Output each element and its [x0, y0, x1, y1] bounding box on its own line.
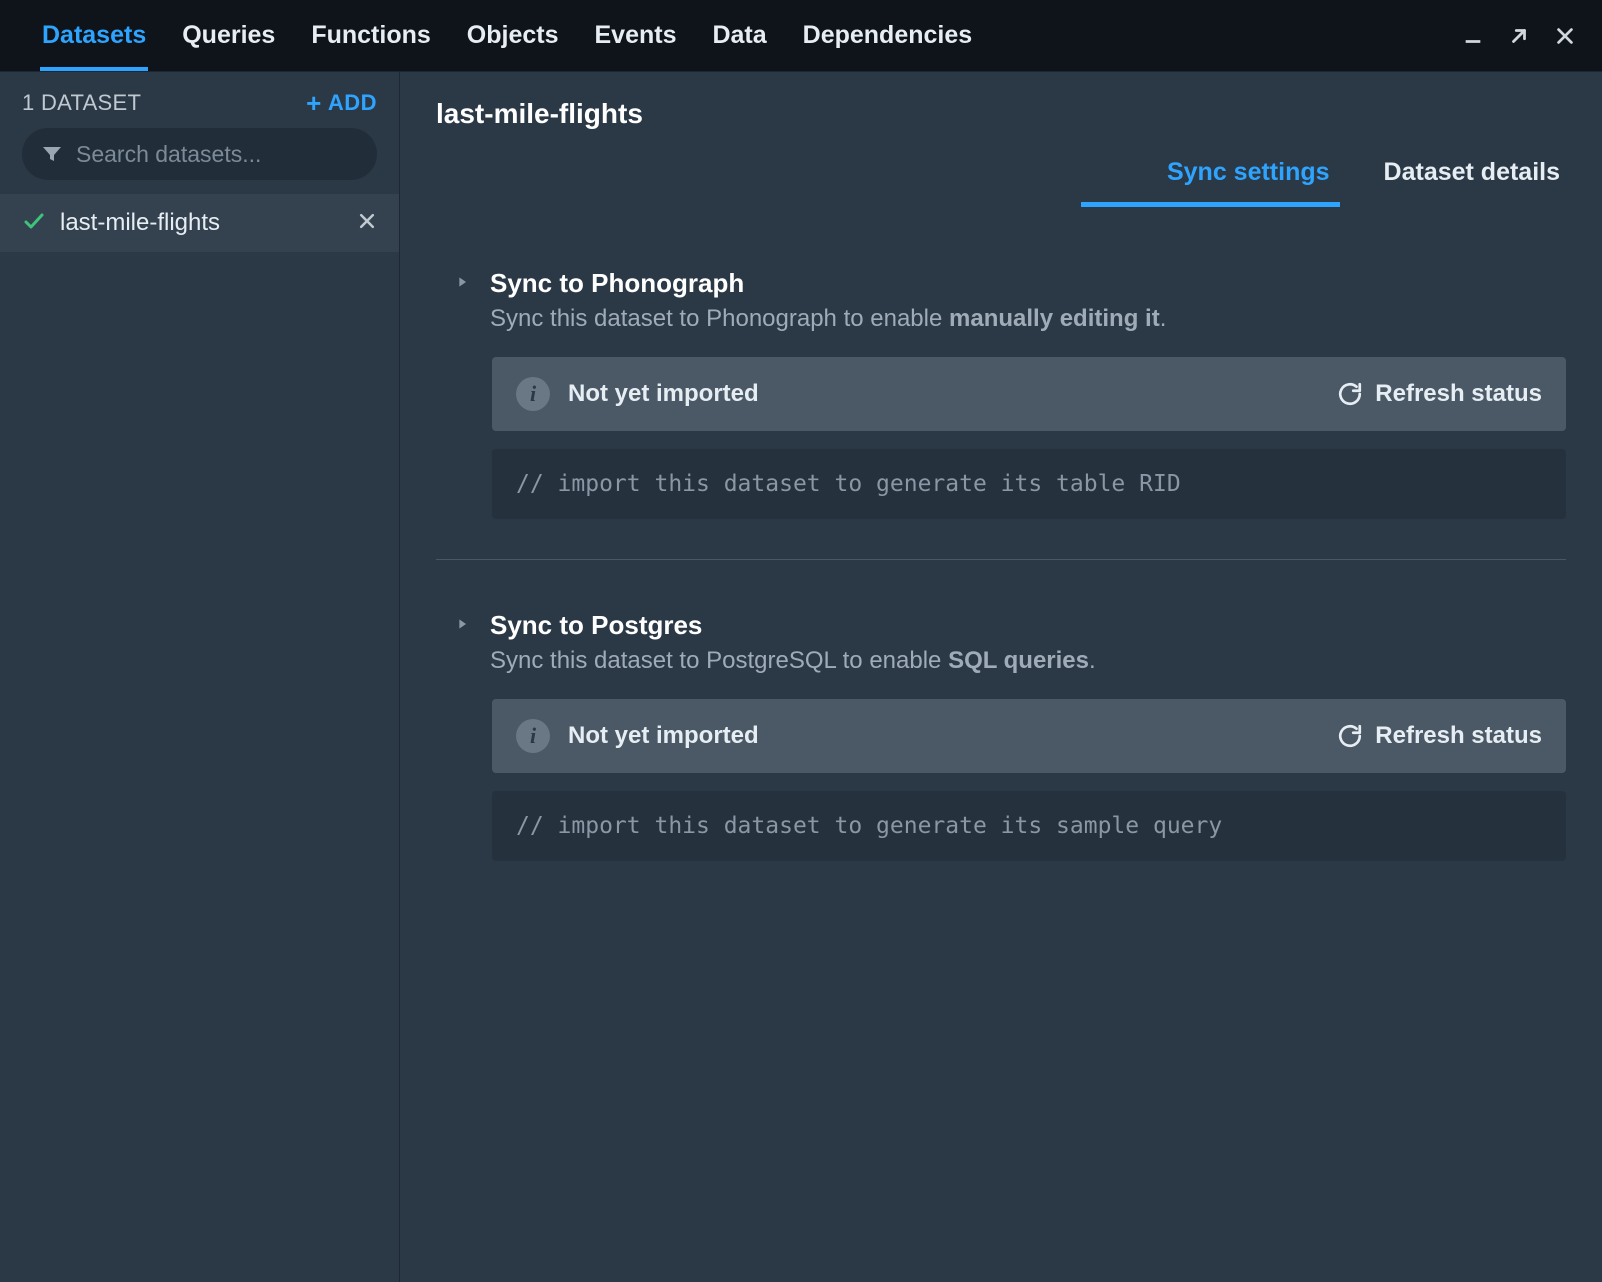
section-title: Sync to Postgres [490, 610, 1096, 641]
close-icon [1554, 25, 1576, 47]
desc-suffix: . [1160, 305, 1167, 332]
dataset-count-label: 1 DATASET [22, 90, 141, 116]
phonograph-refresh-button[interactable]: Refresh status [1337, 380, 1542, 408]
filter-icon [40, 142, 64, 166]
tab-functions[interactable]: Functions [293, 0, 448, 71]
section-text: Sync to Postgres Sync this dataset to Po… [490, 610, 1096, 675]
plus-icon: + [306, 90, 322, 116]
sync-postgres-section: Sync to Postgres Sync this dataset to Po… [436, 559, 1566, 891]
section-desc: Sync this dataset to PostgreSQL to enabl… [490, 647, 1096, 675]
sidebar-item-last-mile-flights[interactable]: last-mile-flights [0, 194, 399, 252]
sync-phonograph-section: Sync to Phonograph Sync this dataset to … [436, 248, 1566, 549]
caret-right-icon [454, 274, 470, 290]
topbar-tabs: Datasets Queries Functions Objects Event… [24, 0, 990, 71]
status-text: Not yet imported [568, 380, 759, 408]
section-head: Sync to Phonograph Sync this dataset to … [436, 268, 1566, 333]
tab-sync-settings[interactable]: Sync settings [1161, 140, 1336, 207]
dataset-item-name: last-mile-flights [60, 209, 343, 237]
add-dataset-button[interactable]: + ADD [306, 90, 377, 116]
tab-label: Datasets [42, 21, 146, 50]
caret-right-icon [454, 616, 470, 632]
status-left: i Not yet imported [516, 719, 759, 753]
remove-dataset-button[interactable] [357, 211, 377, 236]
topbar: Datasets Queries Functions Objects Event… [0, 0, 1602, 72]
section-text: Sync to Phonograph Sync this dataset to … [490, 268, 1166, 333]
search-field[interactable] [22, 128, 377, 180]
tab-events[interactable]: Events [576, 0, 694, 71]
section-desc: Sync this dataset to Phonograph to enabl… [490, 305, 1166, 333]
expand-postgres-button[interactable] [454, 616, 470, 637]
sidebar: 1 DATASET + ADD last-mile-flights [0, 72, 400, 1282]
info-icon: i [516, 719, 550, 753]
phonograph-status-bar: i Not yet imported Refresh status [492, 357, 1566, 431]
status-text: Not yet imported [568, 722, 759, 750]
tab-datasets[interactable]: Datasets [24, 0, 164, 71]
main-tabs: Sync settings Dataset details [400, 130, 1602, 208]
search-input[interactable] [76, 141, 372, 168]
refresh-icon [1337, 381, 1363, 407]
tab-label: Objects [467, 21, 559, 50]
sidebar-header: 1 DATASET + ADD [0, 72, 399, 128]
body: 1 DATASET + ADD last-mile-flights [0, 72, 1602, 1282]
dataset-list: last-mile-flights [0, 194, 399, 252]
tab-data[interactable]: Data [694, 0, 784, 71]
refresh-label: Refresh status [1375, 380, 1542, 408]
desc-suffix: . [1089, 647, 1096, 674]
section-head: Sync to Postgres Sync this dataset to Po… [436, 610, 1566, 675]
desc-bold: SQL queries [948, 647, 1089, 674]
arrow-up-right-icon [1508, 25, 1530, 47]
content: Sync to Phonograph Sync this dataset to … [400, 208, 1602, 931]
tab-label: Sync settings [1167, 158, 1330, 186]
desc-prefix: Sync this dataset to PostgreSQL to enabl… [490, 647, 948, 674]
search-wrap [0, 128, 399, 194]
desc-prefix: Sync this dataset to Phonograph to enabl… [490, 305, 949, 332]
popout-button[interactable] [1506, 23, 1532, 49]
window-controls [1460, 23, 1578, 49]
postgres-code-block: // import this dataset to generate its s… [492, 791, 1566, 861]
phonograph-code-block: // import this dataset to generate its t… [492, 449, 1566, 519]
postgres-refresh-button[interactable]: Refresh status [1337, 722, 1542, 750]
status-left: i Not yet imported [516, 377, 759, 411]
app-frame: Datasets Queries Functions Objects Event… [0, 0, 1602, 1282]
tab-label: Dataset details [1384, 158, 1560, 186]
expand-phonograph-button[interactable] [454, 274, 470, 295]
tab-label: Data [712, 21, 766, 50]
check-icon [22, 209, 46, 238]
close-button[interactable] [1552, 23, 1578, 49]
desc-bold: manually editing it [949, 305, 1160, 332]
tab-dependencies[interactable]: Dependencies [785, 0, 991, 71]
tab-dataset-details[interactable]: Dataset details [1378, 140, 1566, 207]
close-icon [357, 211, 377, 231]
info-icon: i [516, 377, 550, 411]
refresh-label: Refresh status [1375, 722, 1542, 750]
tab-label: Events [594, 21, 676, 50]
section-title: Sync to Phonograph [490, 268, 1166, 299]
tab-queries[interactable]: Queries [164, 0, 293, 71]
postgres-status-bar: i Not yet imported Refresh status [492, 699, 1566, 773]
add-label: ADD [328, 90, 377, 116]
page-title: last-mile-flights [436, 98, 1566, 130]
minimize-button[interactable] [1460, 23, 1486, 49]
main-panel: last-mile-flights Sync settings Dataset … [400, 72, 1602, 1282]
refresh-icon [1337, 723, 1363, 749]
tab-label: Functions [311, 21, 430, 50]
tab-objects[interactable]: Objects [449, 0, 577, 71]
tab-label: Queries [182, 21, 275, 50]
minimize-icon [1462, 25, 1484, 47]
main-header: last-mile-flights [400, 72, 1602, 130]
tab-label: Dependencies [803, 21, 973, 50]
